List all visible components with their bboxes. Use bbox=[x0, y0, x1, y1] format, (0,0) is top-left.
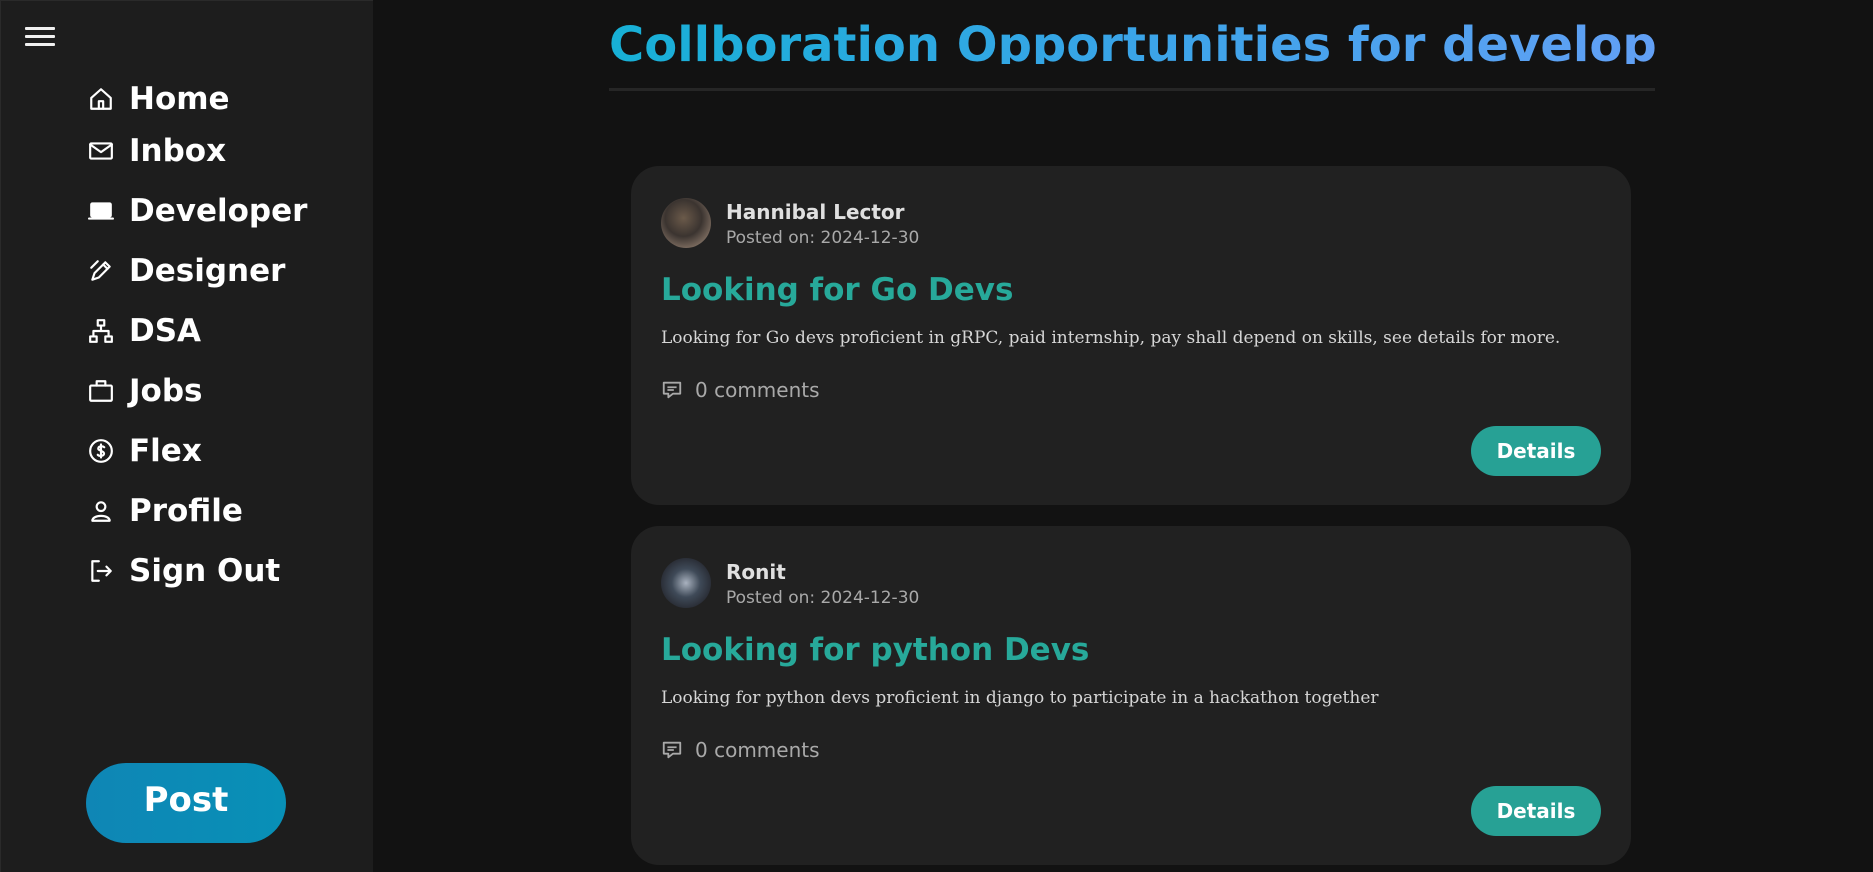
sidebar-item-label: Developer bbox=[129, 193, 308, 229]
dollar-icon bbox=[87, 437, 115, 465]
laptop-icon bbox=[87, 197, 115, 225]
sidebar-item-label: DSA bbox=[129, 313, 202, 349]
details-button[interactable]: Details bbox=[1471, 426, 1601, 476]
sidebar-item-profile[interactable]: Profile bbox=[87, 481, 307, 541]
mail-icon bbox=[87, 137, 115, 165]
post-card: Ronit Posted on: 2024-12-30 Looking for … bbox=[631, 526, 1631, 865]
post-title[interactable]: Looking for Go Devs bbox=[661, 272, 1013, 308]
hierarchy-icon bbox=[87, 317, 115, 345]
post-card: Hannibal Lector Posted on: 2024-12-30 Lo… bbox=[631, 166, 1631, 505]
main-content: Collboration Opportunities for developer… bbox=[373, 0, 1873, 872]
comment-icon bbox=[662, 741, 682, 759]
sidebar-nav: Home Inbox Developer Designer DSA Jobs F… bbox=[87, 69, 307, 601]
sidebar-item-label: Jobs bbox=[129, 373, 203, 409]
title-divider bbox=[609, 88, 1655, 91]
post-button[interactable]: Post bbox=[86, 763, 286, 843]
sidebar-item-designer[interactable]: Designer bbox=[87, 241, 307, 301]
logout-icon bbox=[87, 557, 115, 585]
posted-date: Posted on: 2024-12-30 bbox=[726, 228, 920, 248]
sidebar-item-label: Designer bbox=[129, 253, 286, 289]
sidebar-item-label: Profile bbox=[129, 493, 243, 529]
author-name[interactable]: Ronit bbox=[726, 560, 786, 584]
hamburger-menu-icon[interactable] bbox=[25, 27, 55, 51]
comments-count: 0 comments bbox=[695, 738, 820, 762]
briefcase-icon bbox=[87, 377, 115, 405]
comments-link[interactable]: 0 comments bbox=[661, 738, 820, 762]
avatar[interactable] bbox=[661, 558, 711, 608]
sidebar-item-sign-out[interactable]: Sign Out bbox=[87, 541, 307, 601]
posted-date: Posted on: 2024-12-30 bbox=[726, 588, 920, 608]
comments-count: 0 comments bbox=[695, 378, 820, 402]
post-title[interactable]: Looking for python Devs bbox=[661, 632, 1089, 668]
page-title: Collboration Opportunities for developer… bbox=[609, 14, 1655, 64]
details-button[interactable]: Details bbox=[1471, 786, 1601, 836]
sidebar-item-home[interactable]: Home bbox=[87, 69, 307, 129]
avatar[interactable] bbox=[661, 198, 711, 248]
comments-link[interactable]: 0 comments bbox=[661, 378, 820, 402]
post-description: Looking for Go devs proficient in gRPC, … bbox=[661, 328, 1561, 348]
sidebar-item-developer[interactable]: Developer bbox=[87, 181, 307, 241]
sidebar: Home Inbox Developer Designer DSA Jobs F… bbox=[0, 0, 373, 872]
post-description: Looking for python devs proficient in dj… bbox=[661, 688, 1379, 708]
sidebar-item-label: Inbox bbox=[129, 133, 227, 169]
home-icon bbox=[87, 85, 115, 113]
sidebar-item-label: Home bbox=[129, 81, 230, 117]
pen-tool-icon bbox=[87, 257, 115, 285]
sidebar-item-inbox[interactable]: Inbox bbox=[87, 121, 307, 181]
sidebar-item-flex[interactable]: Flex bbox=[87, 421, 307, 481]
sidebar-item-dsa[interactable]: DSA bbox=[87, 301, 307, 361]
sidebar-item-jobs[interactable]: Jobs bbox=[87, 361, 307, 421]
sidebar-item-label: Flex bbox=[129, 433, 202, 469]
user-icon bbox=[87, 497, 115, 525]
sidebar-item-label: Sign Out bbox=[129, 553, 281, 589]
author-name[interactable]: Hannibal Lector bbox=[726, 200, 905, 224]
comment-icon bbox=[662, 381, 682, 399]
